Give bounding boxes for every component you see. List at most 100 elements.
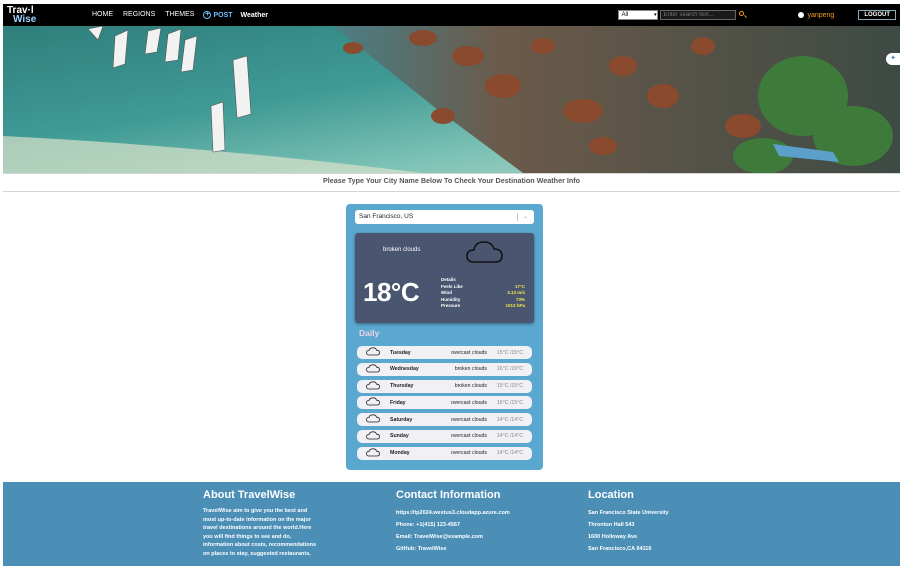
forecast-temps: 15°C /15°C xyxy=(496,349,523,356)
cloud-icon xyxy=(357,448,380,459)
detail-value: 73% xyxy=(515,296,525,302)
about-line: most up-to-date information on the major xyxy=(203,516,311,523)
hero-banner-image xyxy=(3,26,900,173)
footer-contact: Contact Information https://tp2024.westu… xyxy=(396,489,566,555)
forecast-item[interactable]: Thursday broken clouds 15°C /15°C xyxy=(357,379,532,393)
detail-label: Humidity xyxy=(441,296,461,302)
nav-regions-link[interactable]: REGIONS xyxy=(118,4,160,26)
forecast-item[interactable]: Monday overcast clouds 14°C /14°C xyxy=(357,446,532,460)
contact-website-link[interactable]: https://tp2024.westus3.cloudapp.azure.co… xyxy=(396,507,566,519)
cloud-icon xyxy=(357,380,380,392)
forecast-condition: broken clouds xyxy=(454,366,487,373)
top-navbar: Trav·l Wise HOME REGIONS THEMES + POST W… xyxy=(3,4,900,26)
forecast-temps: 14°C /14°C xyxy=(496,416,523,423)
details-header: Details xyxy=(441,277,456,282)
category-select[interactable]: All ▾ xyxy=(618,10,659,20)
forecast-day: Wednesday xyxy=(390,366,419,373)
nav-themes-link[interactable]: THEMES xyxy=(160,4,199,26)
cloud-icon xyxy=(357,364,380,375)
site-footer: About TravelWise TravelWise aim to give … xyxy=(3,482,900,566)
current-weather-panel: broken clouds 18°C Details Feels Like 17°… xyxy=(355,233,534,323)
about-line: TravelWise aim to give you the best and xyxy=(203,508,308,514)
forecast-day: Tuesday xyxy=(390,349,411,356)
forecast-condition: overcast clouds xyxy=(450,450,487,457)
forecast-day: Monday xyxy=(390,450,410,457)
detail-value: 3.13 m/s xyxy=(507,290,525,296)
detail-label: Pressure xyxy=(441,303,461,309)
current-temperature: 18°C xyxy=(363,277,420,307)
daily-header: Daily xyxy=(359,328,380,338)
contact-title: Contact Information xyxy=(396,489,501,501)
detail-row: Pressure 1013 hPa xyxy=(441,303,525,310)
detail-label: Wind xyxy=(441,290,452,296)
weather-prompt: Please Type Your City Name Below To Chec… xyxy=(322,176,581,185)
plus-circle-icon: + xyxy=(203,11,212,19)
category-select-value: All xyxy=(621,12,629,18)
current-description: broken clouds xyxy=(383,247,421,253)
post-button[interactable]: + POST xyxy=(199,11,236,19)
weather-details: Details Feels Like 17°C Wind 3.13 m/s Humi… xyxy=(441,277,525,310)
chevron-down-icon: ▾ xyxy=(653,12,657,18)
daily-forecast-list: Tuesday overcast clouds 15°C /15°C Wedne… xyxy=(357,346,532,464)
username: yanpeng xyxy=(807,11,835,19)
footer-about: About TravelWise TravelWise aim to give … xyxy=(203,489,353,559)
about-line: information about costs, recommendations xyxy=(203,542,317,549)
divider xyxy=(3,191,900,192)
location-line: Thronton Hall 543 xyxy=(588,522,635,528)
nav-home-link[interactable]: HOME xyxy=(87,4,118,26)
divider xyxy=(3,173,900,174)
contact-phone: Phone: +1(415) 123-4567 xyxy=(396,522,461,528)
detail-row: Feels Like 17°C xyxy=(441,284,525,291)
forecast-condition: overcast clouds xyxy=(450,349,487,356)
weather-card: San Francisco, US ⌄ broken clouds 18°C D… xyxy=(346,204,543,470)
detail-value: 1013 hPa xyxy=(505,303,525,309)
forecast-condition: overcast clouds xyxy=(450,433,487,440)
city-select-value: San Francisco, US xyxy=(359,213,414,220)
side-panel-toggle-icon[interactable]: ✦ xyxy=(886,53,900,65)
nav-weather-link[interactable]: Weather xyxy=(237,12,273,19)
forecast-temps: 15°C /15°C xyxy=(496,383,523,390)
forecast-temps: 14°C /14°C xyxy=(496,450,523,457)
logo-line-2: Wise xyxy=(13,14,37,25)
logout-button[interactable]: LOGOUT xyxy=(858,10,896,20)
cloud-icon xyxy=(357,414,380,425)
detail-row: Humidity 73% xyxy=(441,297,525,304)
detail-value: 17°C xyxy=(514,283,525,289)
forecast-item[interactable]: Sunday overcast clouds 14°C /14°C xyxy=(357,429,532,443)
nav-right: All ▾ yanpeng LOGOUT xyxy=(618,4,900,26)
search-input[interactable] xyxy=(660,10,737,20)
forecast-day: Saturday xyxy=(390,416,413,423)
detail-label: Feels Like xyxy=(441,283,463,289)
about-title: About TravelWise xyxy=(203,489,296,501)
forecast-temps: 14°C /14°C xyxy=(496,433,523,440)
location-line: 1600 Holloway Ave xyxy=(588,534,638,540)
forecast-condition: overcast clouds xyxy=(450,416,487,423)
forecast-condition: overcast clouds xyxy=(450,399,487,406)
cloud-icon xyxy=(357,431,380,442)
city-select[interactable]: San Francisco, US ⌄ xyxy=(355,210,534,224)
user-menu[interactable]: yanpeng xyxy=(798,12,834,19)
location-line: San Francisco,CA 94116 xyxy=(588,546,652,552)
nav-links: HOME REGIONS THEMES + POST Weather xyxy=(87,4,272,26)
forecast-item[interactable]: Wednesday broken clouds 16°C /16°C xyxy=(357,362,532,376)
post-label: POST xyxy=(213,11,233,19)
forecast-item[interactable]: Tuesday overcast clouds 15°C /15°C xyxy=(357,346,532,359)
contact-email[interactable]: Email: TravelWise@example.com xyxy=(396,531,566,543)
cloud-icon xyxy=(465,239,505,270)
forecast-temps: 15°C /15°C xyxy=(496,399,523,406)
forecast-condition: broken clouds xyxy=(454,383,487,390)
forecast-item[interactable]: Friday overcast clouds 15°C /15°C xyxy=(357,396,532,410)
footer-location: Location San Francisco State University … xyxy=(588,489,738,555)
location-title: Location xyxy=(588,489,634,501)
user-icon xyxy=(798,12,805,18)
detail-row: Wind 3.13 m/s xyxy=(441,290,525,297)
cloud-icon xyxy=(357,397,380,408)
forecast-day: Thursday xyxy=(390,383,414,390)
search-icon[interactable] xyxy=(738,10,748,20)
about-line: travel destinations around the world.Her… xyxy=(203,525,312,532)
about-line: on places to stay, suggested restaurants… xyxy=(203,550,311,557)
forecast-item[interactable]: Saturday overcast clouds 14°C /14°C xyxy=(357,413,532,427)
forecast-day: Friday xyxy=(390,399,406,406)
travelwise-logo[interactable]: Trav·l Wise xyxy=(3,4,87,26)
contact-github[interactable]: GitHub: TravelWise xyxy=(396,543,566,555)
